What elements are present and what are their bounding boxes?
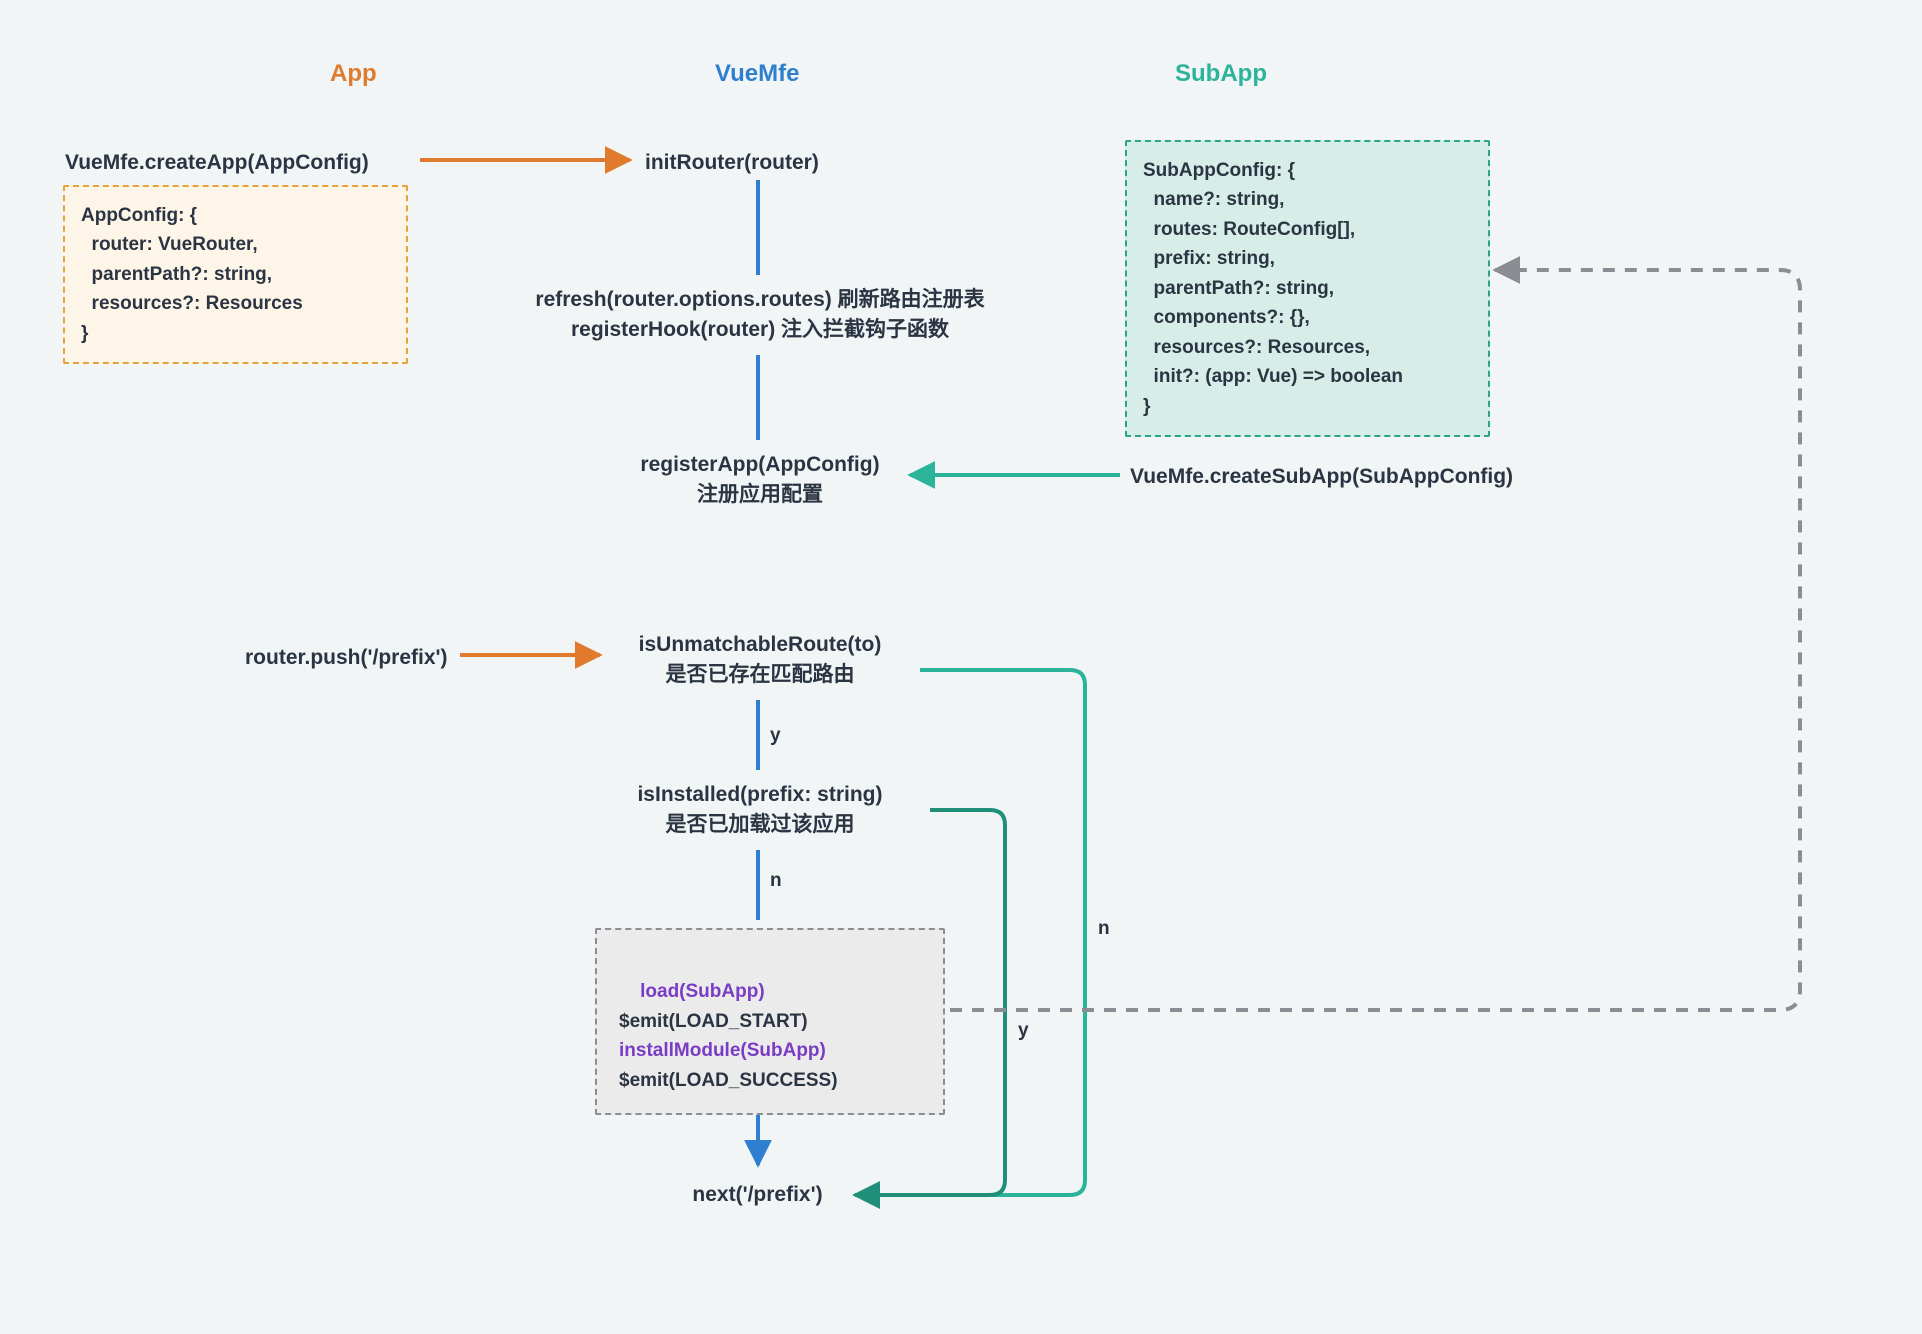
box-load: load(SubApp) $emit(LOAD_START) installMo… — [595, 928, 945, 1115]
header-vuemfe: VueMfe — [715, 60, 799, 88]
node-refreshRegister: refresh(router.options.routes) 刷新路由注册表 r… — [500, 285, 1020, 346]
box-subAppConfig: SubAppConfig: { name?: string, routes: R… — [1125, 140, 1490, 437]
load-l1: load(SubApp) — [640, 981, 765, 1002]
header-app: App — [330, 60, 377, 88]
load-l3: installModule(SubApp) — [619, 1040, 826, 1061]
node-registerApp: registerApp(AppConfig) 注册应用配置 — [610, 450, 910, 511]
refresh-line: refresh(router.options.routes) 刷新路由注册表 — [535, 288, 984, 311]
node-initRouter: initRouter(router) — [645, 148, 819, 178]
load-l4: $emit(LOAD_SUCCESS) — [619, 1070, 838, 1091]
edgelabel-n1: n — [770, 870, 782, 892]
node-createApp: VueMfe.createApp(AppConfig) — [65, 148, 369, 178]
node-next: next('/prefix') — [660, 1180, 855, 1210]
load-l2: $emit(LOAD_START) — [619, 1011, 808, 1032]
edgelabel-n2: n — [1098, 918, 1110, 940]
node-isInstalled: isInstalled(prefix: string) 是否已加载过该应用 — [590, 780, 930, 841]
registerHook-line: registerHook(router) 注入拦截钩子函数 — [571, 318, 949, 341]
node-createSubApp: VueMfe.createSubApp(SubAppConfig) — [1130, 462, 1513, 492]
node-isUnmatchable: isUnmatchableRoute(to) 是否已存在匹配路由 — [600, 630, 920, 691]
header-subapp: SubApp — [1175, 60, 1267, 88]
box-appConfig: AppConfig: { router: VueRouter, parentPa… — [63, 185, 408, 364]
edgelabel-y2: y — [1018, 1020, 1029, 1042]
node-routerPush: router.push('/prefix') — [245, 643, 448, 673]
edgelabel-y1: y — [770, 725, 781, 747]
